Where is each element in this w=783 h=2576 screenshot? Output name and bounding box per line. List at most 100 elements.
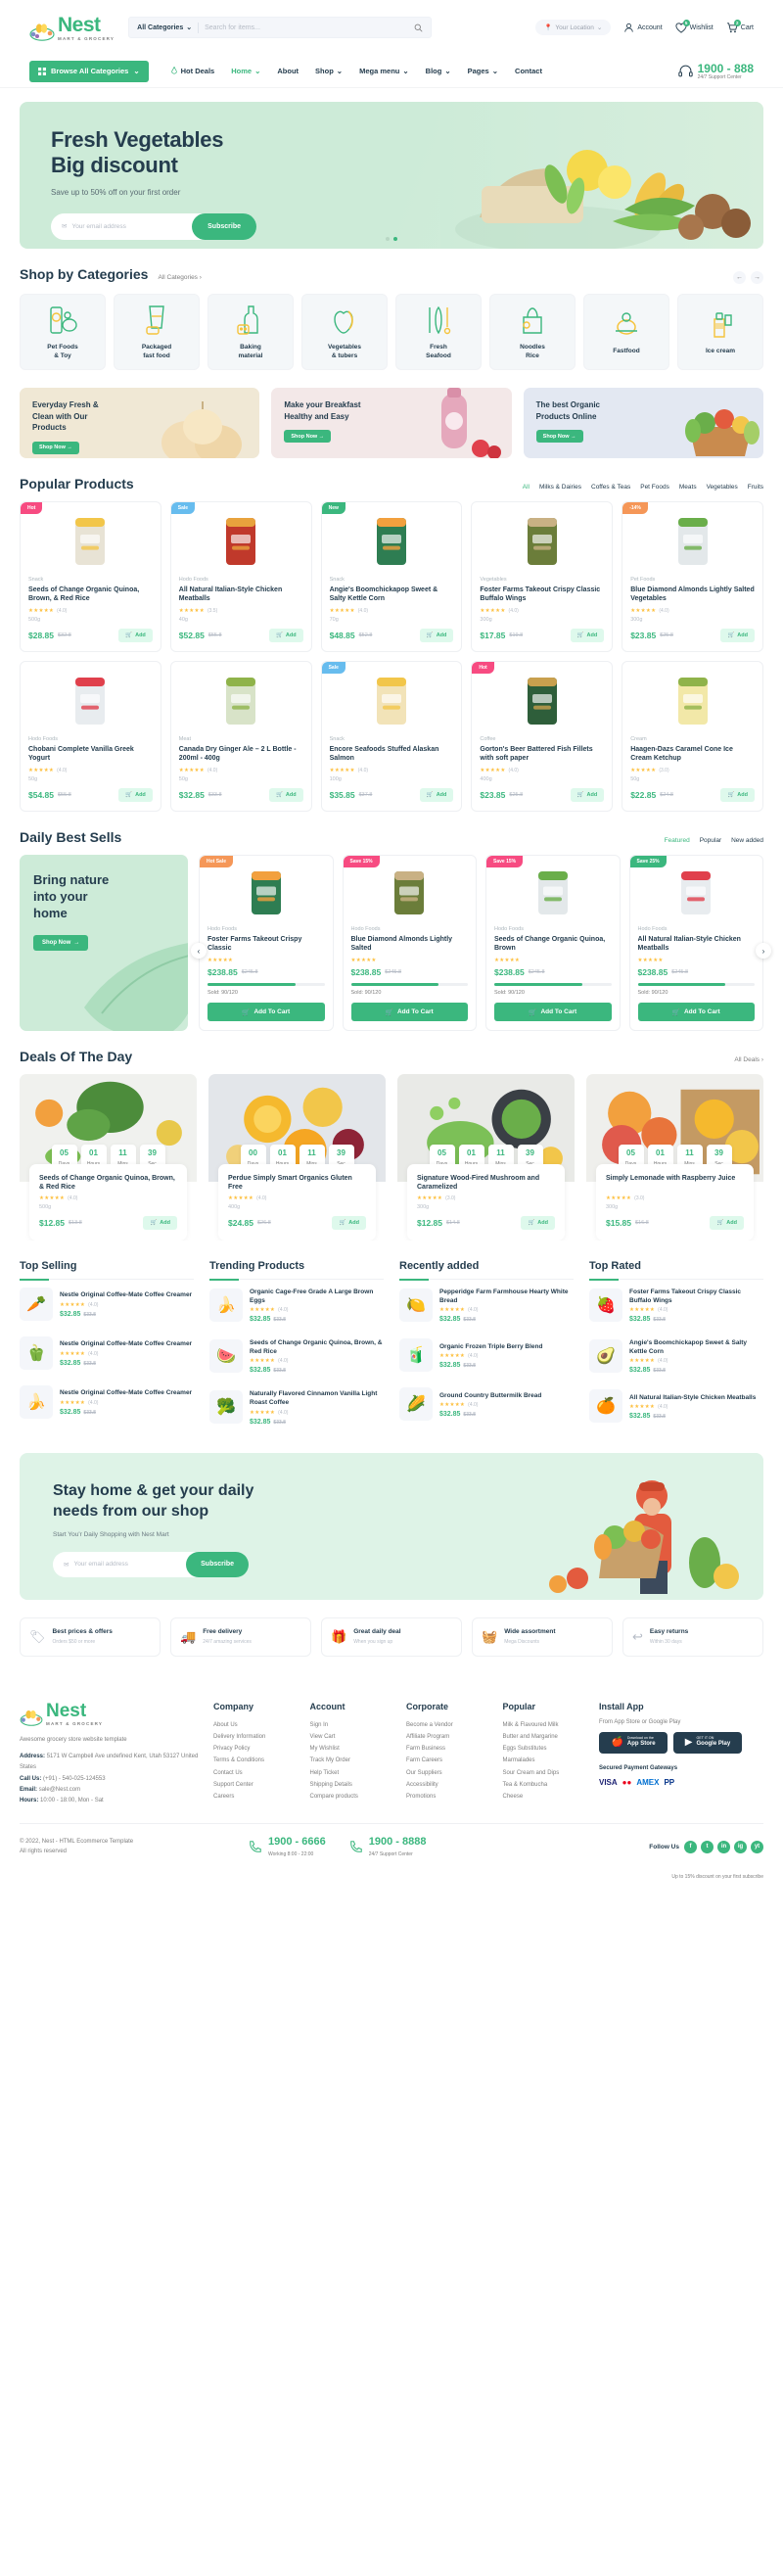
promo-shop-button[interactable]: Shop Now → [535, 430, 583, 444]
add-to-cart-button[interactable]: 🛒 Add To Cart [350, 1003, 468, 1021]
carousel-dot-1[interactable] [386, 237, 390, 241]
list-item-name[interactable]: Naturally Flavored Cinnamon Vanilla Ligh… [250, 1389, 384, 1407]
product-card[interactable]: Hodo Foods Chobani Complete Vanilla Gree… [20, 661, 161, 812]
footer-link[interactable]: Eggs Substitutes [503, 1743, 590, 1755]
list-item-name[interactable]: Nestle Original Coffee-Mate Coffee Cream… [60, 1339, 192, 1348]
footer-link[interactable]: Sour Cream and Dips [503, 1767, 590, 1779]
list-item-name[interactable]: Angie's Boomchickapop Sweet & Salty Kett… [629, 1338, 763, 1356]
support-phone[interactable]: 1900 - 888 24/7 Support Center [677, 63, 754, 80]
promo-shop-button[interactable]: Shop Now → [32, 441, 79, 454]
deal-product-name[interactable]: Signature Wood-Fired Mushroom and Carame… [417, 1174, 555, 1192]
add-to-cart-button[interactable]: 🛒 Add [269, 788, 303, 802]
list-item-name[interactable]: Organic Cage-Free Grade A Large Brown Eg… [250, 1288, 384, 1305]
popular-tab-6[interactable]: Fruits [748, 484, 763, 491]
hero-subscribe-button[interactable]: Subscribe [192, 212, 256, 240]
list-item-name[interactable]: Ground Country Buttermilk Bread [439, 1391, 541, 1400]
add-to-cart-button[interactable]: 🛒 Add To Cart [494, 1003, 612, 1021]
footer-link[interactable]: View Cart [310, 1731, 397, 1743]
list-item[interactable]: 🍌 Organic Cage-Free Grade A Large Brown … [209, 1280, 384, 1331]
search-input[interactable]: Search for items... [205, 24, 408, 31]
category-card-1[interactable]: Packaged fast food [114, 294, 200, 370]
list-item-name[interactable]: All Natural Italian-Style Chicken Meatba… [629, 1393, 756, 1402]
category-card-6[interactable]: Fastfood [583, 294, 669, 370]
category-card-0[interactable]: Pet Foods & Toy [20, 294, 106, 370]
add-to-cart-button[interactable]: 🛒 Add To Cart [207, 1003, 325, 1021]
deal-product-name[interactable]: Perdue Simply Smart Organics Gluten Free [228, 1174, 366, 1192]
list-item[interactable]: 🍊 All Natural Italian-Style Chicken Meat… [589, 1382, 763, 1430]
list-item[interactable]: 🧃 Organic Frozen Triple Berry Blend ★★★★… [399, 1331, 574, 1380]
footer-logo[interactable]: Nest MART & GROCERY [20, 1702, 204, 1726]
popular-tab-3[interactable]: Pet Foods [640, 484, 669, 491]
add-to-cart-button[interactable]: 🛒 Add [710, 1216, 744, 1230]
footer-link[interactable]: Farm Business [406, 1743, 493, 1755]
nav-item-blog[interactable]: Blog ⌄ [426, 67, 451, 75]
daily-tab-0[interactable]: Featured [665, 837, 690, 844]
footer-link[interactable]: Promotions [406, 1791, 493, 1803]
footer-link[interactable]: Delivery Information [213, 1731, 300, 1743]
hero-carousel-dots[interactable] [386, 237, 397, 241]
footer-link[interactable]: Marmalades [503, 1755, 590, 1766]
add-to-cart-button[interactable]: 🛒 Add [143, 1216, 177, 1230]
daily-prev-button[interactable]: ‹ [191, 943, 207, 959]
location-selector[interactable]: 📍 Your Location ⌄ [535, 20, 612, 35]
daily-product-name[interactable]: Foster Farms Takeout Crispy Classic [207, 935, 325, 954]
category-card-3[interactable]: Vegetables & tubers [301, 294, 388, 370]
add-to-cart-button[interactable]: 🛒 Add [570, 788, 605, 802]
list-item-name[interactable]: Pepperidge Farm Farmhouse Hearty White B… [439, 1288, 574, 1305]
footer-link[interactable]: About Us [213, 1719, 300, 1731]
popular-tab-1[interactable]: Milks & Dairies [539, 484, 581, 491]
product-card[interactable]: Sale Snack Encore Seafoods Stuffed Alask… [320, 661, 463, 812]
product-name[interactable]: Angie's Boomchickapop Sweet & Salty Kett… [330, 585, 454, 604]
list-item-name[interactable]: Organic Frozen Triple Berry Blend [439, 1342, 542, 1351]
daily-product-name[interactable]: Seeds of Change Organic Quinoa, Brown [494, 935, 612, 954]
list-item[interactable]: 🫑 Nestle Original Coffee-Mate Coffee Cre… [20, 1329, 194, 1378]
product-card[interactable]: Cream Haagen-Dazs Caramel Cone Ice Cream… [622, 661, 763, 812]
search-bar[interactable]: All Categories ⌄ Search for items... [128, 17, 433, 38]
daily-product-name[interactable]: Blue Diamond Almonds Lightly Salted [351, 935, 469, 954]
footer-link[interactable]: Sign In [310, 1719, 397, 1731]
nav-item-shop[interactable]: Shop ⌄ [315, 67, 343, 75]
deal-product-name[interactable]: Seeds of Change Organic Quinoa, Brown, &… [39, 1174, 177, 1192]
daily-product-card[interactable]: Hot Sale Hodo Foods Foster Farms Takeout… [199, 855, 334, 1031]
add-to-cart-button[interactable]: 🛒 Add [118, 788, 153, 802]
footer-link[interactable]: Become a Vendor [406, 1719, 493, 1731]
category-card-5[interactable]: Noodles Rice [489, 294, 576, 370]
browse-all-categories-button[interactable]: Browse All Categories ⌄ [29, 60, 149, 82]
product-name[interactable]: Encore Seafoods Stuffed Alaskan Salmon [330, 745, 454, 764]
site-logo[interactable]: Nest MART & GROCERY [29, 15, 115, 41]
account-link[interactable]: Account [623, 23, 663, 33]
footer-link[interactable]: Affiliate Program [406, 1731, 493, 1743]
social-icon-t[interactable]: t [701, 1840, 714, 1853]
popular-tab-0[interactable]: All [523, 484, 530, 491]
categories-all-link[interactable]: All Categories › [158, 274, 201, 281]
footer-link[interactable]: Track My Order [310, 1755, 397, 1766]
nav-item-home[interactable]: Home ⌄ [231, 67, 260, 75]
deal-card[interactable]: 05Days 01Hours 11Mins 39Sec Signature Wo… [397, 1074, 575, 1241]
popular-tab-4[interactable]: Meats [679, 484, 697, 491]
product-name[interactable]: Blue Diamond Almonds Lightly Salted Vege… [630, 585, 755, 604]
daily-product-card[interactable]: Save 25% Hodo Foods All Natural Italian-… [628, 855, 763, 1031]
popular-tab-2[interactable]: Coffes & Teas [591, 484, 630, 491]
category-card-7[interactable]: Ice cream [677, 294, 763, 370]
cta-email-input[interactable]: ✉ Your email address [64, 1561, 186, 1569]
cart-link[interactable]: 2 Cart [726, 19, 754, 33]
add-to-cart-button[interactable]: 🛒 Add [419, 629, 454, 642]
footer-link[interactable]: Support Center [213, 1779, 300, 1791]
list-item[interactable]: 🥕 Nestle Original Coffee-Mate Coffee Cre… [20, 1280, 194, 1329]
footer-link[interactable]: Help Ticket [310, 1767, 397, 1779]
footer-email[interactable]: sale@Nest.com [39, 1787, 80, 1793]
add-to-cart-button[interactable]: 🛒 Add [332, 1216, 366, 1230]
promo-shop-button[interactable]: Shop Now → [284, 430, 332, 444]
nav-item-contact[interactable]: Contact [515, 67, 542, 75]
list-item-name[interactable]: Nestle Original Coffee-Mate Coffee Cream… [60, 1290, 192, 1299]
footer-link[interactable]: Milk & Flavoured Milk [503, 1719, 590, 1731]
footer-link[interactable]: Contact Us [213, 1767, 300, 1779]
footer-link[interactable]: Compare products [310, 1791, 397, 1803]
footer-link[interactable]: Accessibility [406, 1779, 493, 1791]
deal-card[interactable]: 05Days 01Hours 11Mins 39Sec Simply Lemon… [586, 1074, 763, 1241]
add-to-cart-button[interactable]: 🛒 Add [419, 788, 454, 802]
add-to-cart-button[interactable]: 🛒 Add [521, 1216, 555, 1230]
add-to-cart-button[interactable]: 🛒 Add [570, 629, 605, 642]
product-name[interactable]: All Natural Italian-Style Chicken Meatba… [179, 585, 303, 604]
footer-link[interactable]: Cheese [503, 1791, 590, 1803]
